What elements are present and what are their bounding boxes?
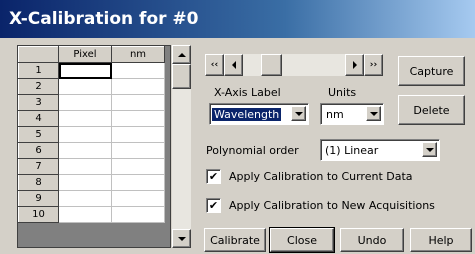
pixel-cell[interactable] — [58, 174, 112, 191]
last-button[interactable]: ›› — [364, 54, 383, 76]
nm-cell[interactable] — [111, 142, 165, 159]
pixel-cell[interactable] — [58, 110, 112, 127]
close-button[interactable]: Close — [269, 227, 335, 253]
row-number[interactable]: 10 — [18, 206, 59, 223]
units-caption: Units — [328, 86, 357, 99]
first-button[interactable]: ‹‹ — [205, 54, 224, 76]
table-row: 7 — [18, 158, 165, 175]
nm-cell[interactable] — [111, 94, 165, 111]
units-dropdown-button[interactable] — [366, 106, 381, 121]
window-title: X-Calibration for #0 — [0, 0, 475, 38]
pixel-cell[interactable] — [58, 206, 112, 223]
row-number[interactable]: 5 — [18, 126, 59, 143]
units-dropdown[interactable]: nm — [320, 103, 384, 125]
polynomial-order-value: (1) Linear — [325, 143, 379, 157]
row-number[interactable]: 2 — [18, 78, 59, 95]
navigation-thumb[interactable] — [261, 54, 282, 76]
pixel-cell[interactable] — [58, 142, 112, 159]
table-row: 4 — [18, 110, 165, 127]
pixel-cell[interactable] — [58, 78, 112, 95]
scroll-thumb[interactable] — [172, 64, 191, 89]
nm-cell[interactable] — [111, 110, 165, 127]
right-arrow-icon — [352, 61, 357, 69]
polynomial-order-caption: Polynomial order — [206, 144, 299, 157]
table-row: 8 — [18, 174, 165, 191]
table-row: 5 — [18, 126, 165, 143]
nm-cell[interactable] — [111, 190, 165, 207]
row-number[interactable]: 8 — [18, 174, 59, 191]
row-number[interactable]: 6 — [18, 142, 59, 159]
x-axis-label-dropdown-button[interactable] — [291, 106, 306, 121]
calibrate-button[interactable]: Calibrate — [204, 228, 266, 252]
undo-button[interactable]: Undo — [340, 228, 404, 252]
nm-cell[interactable] — [111, 78, 165, 95]
double-right-icon: ›› — [369, 60, 378, 70]
nm-cell[interactable] — [111, 174, 165, 191]
checkmark-icon: ✔ — [208, 169, 219, 183]
apply-new-checkbox[interactable]: ✔ — [206, 197, 221, 213]
x-axis-label-caption: X-Axis Label — [214, 86, 281, 99]
table-row: 1 — [18, 62, 165, 79]
pixel-cell[interactable] — [58, 190, 112, 207]
row-number[interactable]: 9 — [18, 190, 59, 207]
column-header-pixel[interactable]: Pixel — [58, 46, 112, 63]
table-vertical-scrollbar[interactable] — [172, 45, 191, 248]
row-number[interactable]: 3 — [18, 94, 59, 111]
table-row: 9 — [18, 190, 165, 207]
chevron-down-icon — [294, 111, 303, 116]
table-row: 2 — [18, 78, 165, 95]
help-button[interactable]: Help — [410, 228, 472, 252]
row-header-corner — [18, 46, 59, 63]
nm-cell[interactable] — [111, 206, 165, 223]
row-number[interactable]: 4 — [18, 110, 59, 127]
pixel-cell[interactable] — [58, 126, 112, 143]
next-button[interactable] — [345, 54, 364, 76]
pixel-cell[interactable] — [58, 94, 112, 111]
capture-button[interactable]: Capture — [398, 56, 465, 86]
table-row: 10 — [18, 206, 165, 223]
scroll-up-button[interactable] — [172, 45, 191, 64]
units-value: nm — [326, 107, 344, 121]
scroll-up-arrow-icon — [177, 52, 186, 57]
previous-button[interactable] — [224, 54, 243, 76]
delete-button[interactable]: Delete — [398, 95, 465, 125]
apply-current-checkbox[interactable]: ✔ — [206, 168, 221, 184]
apply-current-label: Apply Calibration to Current Data — [229, 169, 413, 183]
row-number[interactable]: 7 — [18, 158, 59, 175]
chevron-down-icon — [425, 147, 434, 152]
chevron-down-icon — [369, 111, 378, 116]
polynomial-order-dropdown-button[interactable] — [422, 142, 437, 157]
table-row: 3 — [18, 94, 165, 111]
column-header-nm[interactable]: nm — [111, 46, 165, 63]
pixel-navigation-bar[interactable]: ‹‹ ›› — [205, 54, 383, 76]
scroll-down-button[interactable] — [172, 229, 191, 248]
pixel-cell[interactable] — [58, 62, 112, 79]
row-number[interactable]: 1 — [18, 62, 59, 79]
apply-current-option[interactable]: ✔ Apply Calibration to Current Data — [206, 168, 466, 184]
nm-cell[interactable] — [111, 126, 165, 143]
apply-new-label: Apply Calibration to New Acquisitions — [229, 198, 435, 212]
table-row: 6 — [18, 142, 165, 159]
double-left-icon: ‹‹ — [210, 60, 219, 70]
pixel-cell[interactable] — [58, 158, 112, 175]
nm-cell[interactable] — [111, 62, 165, 79]
x-axis-label-dropdown[interactable]: Wavelength — [209, 103, 309, 125]
checkmark-icon: ✔ — [208, 198, 219, 212]
scroll-down-arrow-icon — [177, 236, 186, 241]
nm-cell[interactable] — [111, 158, 165, 175]
left-arrow-icon — [231, 61, 236, 69]
x-axis-label-value: Wavelength — [212, 107, 282, 121]
calibration-table: Pixel nm 1 2 3 4 5 6 7 8 9 10 — [17, 45, 171, 248]
polynomial-order-dropdown[interactable]: (1) Linear — [320, 139, 440, 161]
apply-new-option[interactable]: ✔ Apply Calibration to New Acquisitions — [206, 197, 471, 213]
